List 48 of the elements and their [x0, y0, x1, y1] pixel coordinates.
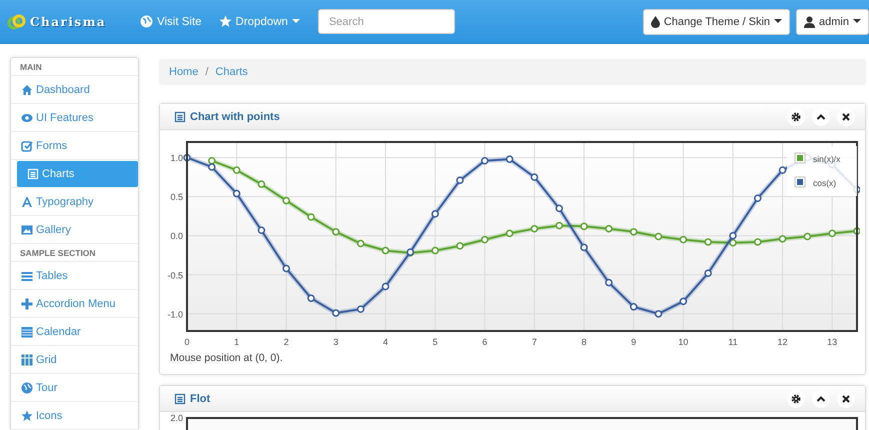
x-tick-label: 8: [582, 337, 587, 347]
sidebar-item[interactable]: Icons: [17, 402, 138, 428]
mouse-position-text: Mouse position at (0, 0).: [169, 352, 284, 366]
sidebar-item[interactable]: Grid: [17, 346, 138, 372]
search-field[interactable]: Search: [318, 9, 455, 34]
x-tick-label: 3: [333, 337, 338, 347]
x-tick-label: 1: [234, 337, 240, 347]
sidebar-item[interactable]: Typography: [17, 188, 138, 214]
sidebar-item[interactable]: Forms: [17, 132, 138, 158]
x-tick-label: 10: [678, 337, 688, 347]
legend-label: sin(x)/x: [813, 154, 840, 164]
nav-dropdown-button[interactable]: Change Theme / Skin: [642, 8, 790, 34]
x-tick-label: 6: [482, 337, 488, 347]
sidebar-section-header: MAIN: [11, 58, 138, 76]
legend-label: cos(x): [813, 178, 836, 188]
x-tick-label: 7: [532, 337, 537, 347]
x-tick-label: 9: [631, 337, 636, 347]
y-tick-label: 0.0: [170, 231, 183, 242]
y-tick-label: 2.0: [170, 413, 183, 423]
breadcrumb-link[interactable]: Home: [169, 66, 198, 78]
nav-link[interactable]: Dropdown: [218, 15, 300, 28]
sidebar-item[interactable]: Calendar: [17, 318, 138, 344]
y-tick-label: 0.5: [170, 192, 183, 202]
x-tick-label: 12: [778, 337, 788, 347]
sidebar-item[interactable]: Accordion Menu: [17, 290, 138, 316]
y-tick-label: -0.5: [167, 270, 183, 280]
breadcrumb-link[interactable]: Charts: [215, 66, 248, 78]
x-tick-label: 13: [827, 337, 838, 347]
x-tick-label: 0: [184, 337, 190, 347]
panel-title: Flot: [190, 392, 210, 404]
sidebar-item[interactable]: Tables: [17, 262, 138, 288]
brand-name[interactable]: Charisma: [30, 14, 106, 28]
y-tick-label: -1.0: [167, 309, 183, 320]
sidebar-item[interactable]: UI Features: [17, 104, 138, 130]
breadcrumb-separator: /: [205, 66, 208, 78]
x-tick-label: 11: [728, 337, 738, 347]
y-tick-label: 1.0: [170, 153, 183, 164]
nav-dropdown-button[interactable]: admin: [796, 8, 869, 34]
nav-link[interactable]: Visit Site: [140, 15, 202, 28]
x-tick-label: 4: [383, 337, 388, 347]
panel-title: Chart with points: [190, 110, 280, 122]
x-tick-label: 2: [284, 337, 289, 347]
sidebar-item[interactable]: Charts: [17, 160, 138, 186]
sidebar-item[interactable]: Dashboard: [17, 76, 138, 102]
sidebar-item[interactable]: Gallery: [17, 216, 138, 242]
sidebar-section-header: SAMPLE SECTION: [11, 244, 138, 262]
x-tick-label: 5: [432, 337, 438, 347]
sidebar-item[interactable]: Tour: [17, 374, 138, 400]
